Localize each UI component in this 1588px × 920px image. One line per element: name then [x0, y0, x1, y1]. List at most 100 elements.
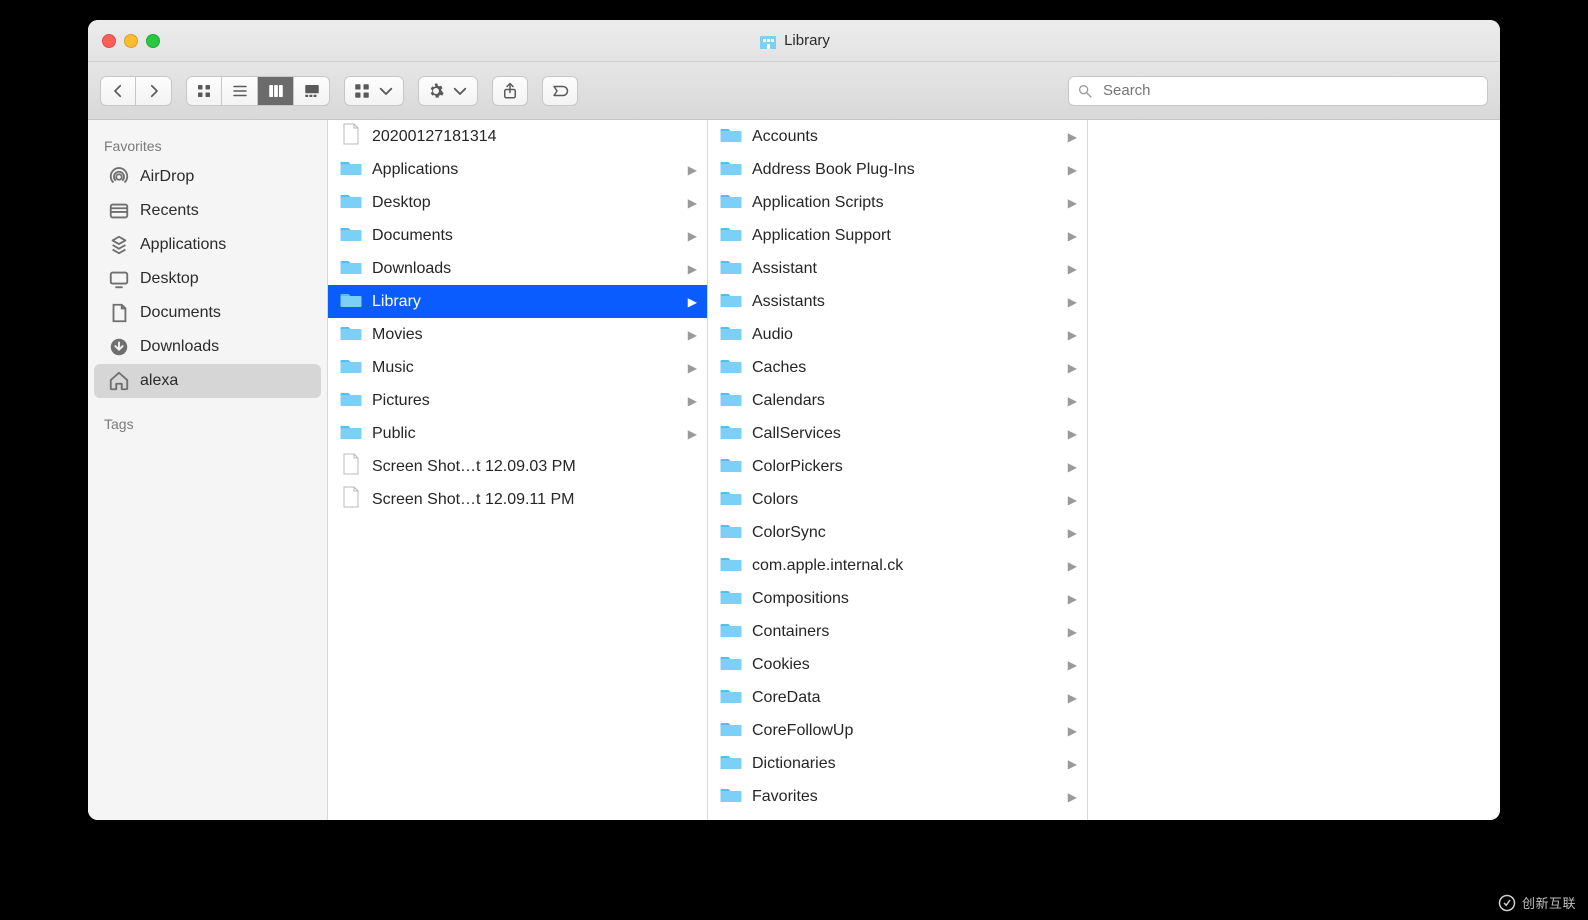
action-menu-button[interactable] [418, 76, 478, 106]
row-name: Desktop [372, 194, 678, 212]
row-name: Pictures [372, 392, 678, 410]
row-name: com.apple.internal.ck [752, 557, 1058, 575]
folder-icon [720, 224, 742, 247]
chevron-right-icon: ▶ [1068, 790, 1077, 804]
folder-row[interactable]: Applications▶ [328, 153, 707, 186]
row-name: Documents [372, 227, 678, 245]
folder-row[interactable]: Containers▶ [708, 615, 1087, 648]
sidebar-item-applications[interactable]: Applications [94, 228, 321, 262]
chevron-right-icon: ▶ [1068, 163, 1077, 177]
row-name: Accounts [752, 128, 1058, 146]
view-column-button[interactable] [258, 76, 294, 106]
view-gallery-button[interactable] [294, 76, 330, 106]
sidebar-item-airdrop[interactable]: AirDrop [94, 160, 321, 194]
airdrop-icon [108, 166, 130, 188]
sidebar-item-recents[interactable]: Recents [94, 194, 321, 228]
folder-row[interactable]: Library▶ [328, 285, 707, 318]
folder-icon [720, 257, 742, 280]
folder-row[interactable]: Documents▶ [328, 219, 707, 252]
chevron-right-icon: ▶ [1068, 526, 1077, 540]
row-name: Address Book Plug-Ins [752, 161, 1058, 179]
chevron-right-icon: ▶ [1068, 559, 1077, 573]
folder-icon [720, 158, 742, 181]
close-window-button[interactable] [102, 34, 116, 48]
chevron-right-icon: ▶ [1068, 361, 1077, 375]
nav-forward-button[interactable] [136, 76, 172, 106]
folder-row[interactable]: Application Support▶ [708, 219, 1087, 252]
folder-icon [340, 356, 362, 379]
row-name: 20200127181314 [372, 128, 697, 146]
nav-back-button[interactable] [100, 76, 136, 106]
sidebar-item-label: alexa [140, 372, 178, 390]
file-row[interactable]: Screen Shot…t 12.09.11 PM [328, 483, 707, 516]
file-row[interactable]: 20200127181314 [328, 120, 707, 153]
edit-tags-button[interactable] [542, 76, 578, 106]
search-input[interactable] [1101, 81, 1479, 100]
folder-row[interactable]: com.apple.internal.ck ▶ [708, 549, 1087, 582]
folder-row[interactable]: Compositions▶ [708, 582, 1087, 615]
chevron-right-icon: ▶ [688, 361, 697, 375]
folder-row[interactable]: Address Book Plug-Ins ▶ [708, 153, 1087, 186]
view-list-button[interactable] [222, 76, 258, 106]
sidebar-item-desktop[interactable]: Desktop [94, 262, 321, 296]
chevron-right-icon: ▶ [1068, 427, 1077, 441]
folder-icon [720, 521, 742, 544]
folder-row[interactable]: Assistants▶ [708, 285, 1087, 318]
chevron-right-icon: ▶ [1068, 592, 1077, 606]
folder-row[interactable]: Dictionaries▶ [708, 747, 1087, 780]
finder-window: Library [88, 20, 1500, 820]
folder-icon [720, 488, 742, 511]
folder-row[interactable]: ColorSync ▶ [708, 516, 1087, 549]
watermark: 创新互联 [1498, 893, 1576, 912]
folder-row[interactable]: Cookies▶ [708, 648, 1087, 681]
file-icon [340, 123, 362, 150]
folder-icon [340, 191, 362, 214]
column-2: Accounts▶Address Book Plug-Ins▶Applicati… [708, 120, 1088, 820]
folder-row[interactable]: Public▶ [328, 417, 707, 450]
folder-row[interactable]: Caches▶ [708, 351, 1087, 384]
folder-icon [720, 455, 742, 478]
nav-buttons [100, 76, 172, 106]
window-title: Library [784, 32, 830, 49]
folder-row[interactable]: CoreFollowUp▶ [708, 714, 1087, 747]
sidebar-item-downloads[interactable]: Downloads [94, 330, 321, 364]
folder-row[interactable]: Accounts▶ [708, 120, 1087, 153]
sidebar-item-documents[interactable]: Documents [94, 296, 321, 330]
share-button[interactable] [492, 76, 528, 106]
folder-icon [720, 356, 742, 379]
folder-icon [720, 323, 742, 346]
folder-icon [720, 389, 742, 412]
folder-row[interactable]: Desktop▶ [328, 186, 707, 219]
search-icon [1077, 83, 1093, 99]
chevron-right-icon: ▶ [1068, 262, 1077, 276]
minimize-window-button[interactable] [124, 34, 138, 48]
view-icon-button[interactable] [186, 76, 222, 106]
folder-row[interactable]: Audio▶ [708, 318, 1087, 351]
chevron-right-icon: ▶ [1068, 658, 1077, 672]
folder-icon [340, 323, 362, 346]
folder-row[interactable]: CallServices▶ [708, 417, 1087, 450]
row-name: Movies [372, 326, 678, 344]
chevron-right-icon: ▶ [1068, 328, 1077, 342]
file-row[interactable]: Screen Shot…t 12.09.03 PM [328, 450, 707, 483]
sidebar-item-alexa[interactable]: alexa [94, 364, 321, 398]
folder-row[interactable]: Pictures▶ [328, 384, 707, 417]
toolbar [88, 62, 1500, 120]
folder-row[interactable]: Favorites▶ [708, 780, 1087, 813]
folder-row[interactable]: Movies▶ [328, 318, 707, 351]
folder-row[interactable]: Downloads▶ [328, 252, 707, 285]
folder-row[interactable]: Colors▶ [708, 483, 1087, 516]
zoom-window-button[interactable] [146, 34, 160, 48]
folder-row[interactable]: CoreData▶ [708, 681, 1087, 714]
folder-row[interactable]: ColorPickers▶ [708, 450, 1087, 483]
row-name: ColorSync [752, 524, 1058, 542]
search-field[interactable] [1068, 76, 1488, 106]
folder-row[interactable]: Music▶ [328, 351, 707, 384]
folder-row[interactable]: Calendars▶ [708, 384, 1087, 417]
arrange-button[interactable] [344, 76, 404, 106]
chevron-right-icon: ▶ [1068, 625, 1077, 639]
folder-icon [720, 125, 742, 148]
folder-icon [720, 554, 742, 577]
folder-row[interactable]: Application Scripts▶ [708, 186, 1087, 219]
folder-row[interactable]: Assistant▶ [708, 252, 1087, 285]
